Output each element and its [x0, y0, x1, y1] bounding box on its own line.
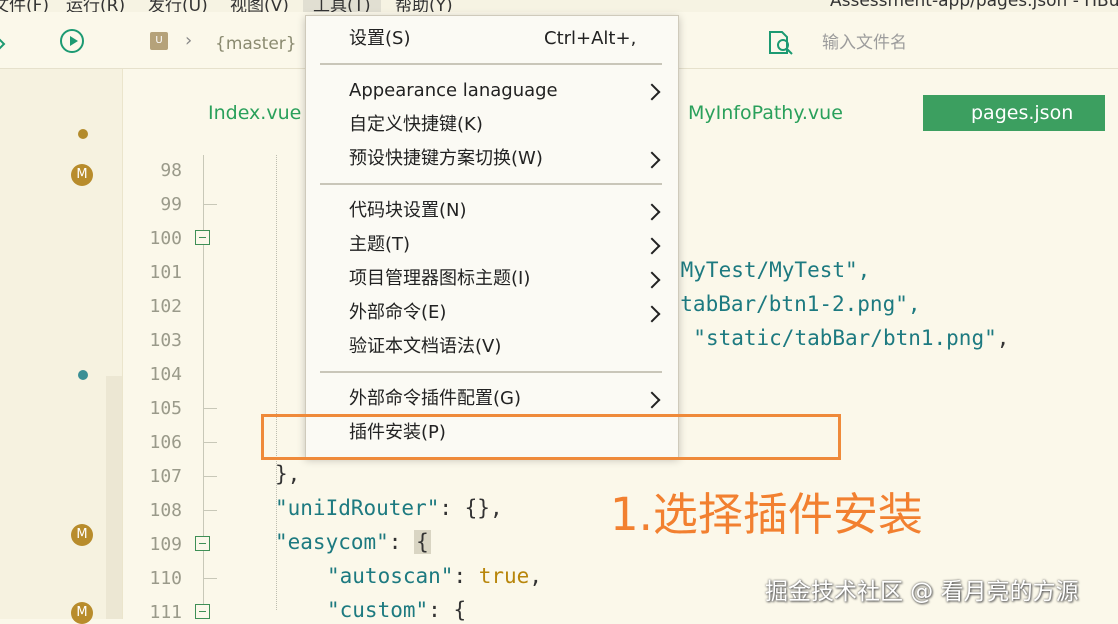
fold-toggle-icon[interactable]	[195, 536, 210, 551]
menu-tools[interactable]: 工具(T)	[303, 0, 381, 12]
menu-item-external-commands[interactable]: 外部命令(E)	[349, 298, 446, 328]
menu-item-code-blocks[interactable]: 代码块设置(N)	[349, 196, 467, 226]
search-file-icon[interactable]	[767, 30, 795, 56]
modified-badge: M	[71, 164, 93, 186]
project-icon: U	[150, 32, 168, 50]
line-number: 105	[149, 398, 182, 419]
chevron-right-icon	[643, 271, 661, 289]
gutter-tick	[203, 510, 217, 511]
code-line-111: "custom": {	[327, 598, 467, 622]
line-number: 109	[149, 534, 182, 555]
run-icon[interactable]	[60, 29, 84, 53]
file-search-input[interactable]	[810, 26, 1100, 60]
menu-item-appearance-language[interactable]: Appearance lanaguage	[349, 76, 558, 106]
annotation-text: 1.选择插件安装	[610, 488, 923, 541]
chevron-right-icon	[643, 391, 661, 409]
code-line-102: c/tabBar/btn1-2.png",	[655, 292, 921, 316]
line-number: 108	[149, 500, 182, 521]
gutter-tick	[203, 204, 217, 205]
line-number: 111	[149, 602, 182, 623]
menu-publish[interactable]: 发行(U)	[148, 0, 208, 12]
menu-item-validate-syntax[interactable]: 验证本文档语法(V)	[349, 332, 501, 362]
menu-item-external-command-plugins[interactable]: 外部命令插件配置(G)	[349, 384, 521, 414]
gutter-tick	[203, 408, 217, 409]
menu-separator	[320, 183, 662, 185]
code-line-107: },	[275, 462, 301, 486]
chevron-right-icon	[643, 83, 661, 101]
watermark: 掘金技术社区 @ 看月亮的方源	[765, 579, 1079, 605]
code-line-103: : "static/tabBar/btn1.png",	[668, 326, 1010, 350]
tab-myinfopathy-vue[interactable]: MyInfoPathy.vue	[688, 95, 843, 131]
code-line-101: /MyTest/MyTest",	[668, 258, 871, 282]
gutter-tick	[203, 578, 217, 579]
gutter-tick	[203, 442, 217, 443]
menu-separator	[320, 371, 662, 373]
menu-help[interactable]: 帮助(Y)	[395, 0, 453, 12]
menu-run[interactable]: 运行(R)	[66, 0, 125, 12]
line-number: 102	[149, 296, 182, 317]
menu-bar: 文件(F) 运行(R) 发行(U) 视图(V) 工具(T) 帮助(Y) Asse…	[0, 0, 1118, 12]
chevron-right-icon	[643, 203, 661, 221]
line-number: 99	[160, 194, 182, 215]
annotation-highlight-box	[261, 414, 841, 460]
line-number: 98	[160, 160, 182, 181]
line-number: 100	[149, 228, 182, 249]
modified-badge: M	[71, 602, 93, 624]
chevron-right-icon	[643, 237, 661, 255]
line-number: 103	[149, 330, 182, 351]
fold-toggle-icon[interactable]	[195, 604, 210, 619]
code-line-110: "autoscan": true,	[327, 564, 542, 588]
modified-badge: M	[71, 524, 93, 546]
line-number: 101	[149, 262, 182, 283]
line-number: 107	[149, 466, 182, 487]
tab-index-vue[interactable]: Index.vue	[208, 95, 301, 131]
menu-item-settings[interactable]: 设置(S)	[349, 24, 410, 54]
chevron-right-icon: ›	[185, 30, 193, 51]
menu-item-custom-shortcuts[interactable]: 自定义快捷键(K)	[349, 110, 483, 140]
menu-item-project-icon-theme[interactable]: 项目管理器图标主题(I)	[349, 264, 530, 294]
change-dot	[78, 370, 88, 380]
code-line-108: "uniIdRouter": {},	[275, 496, 503, 520]
fold-toggle-icon[interactable]	[195, 230, 210, 245]
tab-pages-json[interactable]: pages.json	[923, 95, 1105, 131]
line-number: 106	[149, 432, 182, 453]
toggle-icon[interactable]	[0, 32, 8, 54]
code-line-109: "easycom": {	[275, 530, 431, 554]
left-sidebar	[0, 69, 123, 619]
change-dot	[78, 129, 88, 139]
sidebar-scrollbar[interactable]	[106, 376, 122, 619]
chevron-right-icon	[643, 151, 661, 169]
menu-file[interactable]: 文件(F)	[0, 0, 49, 12]
chevron-right-icon	[643, 305, 661, 323]
tools-dropdown-menu: 设置(S) Ctrl+Alt+, Appearance lanaguage 自定…	[305, 15, 679, 458]
menu-item-theme[interactable]: 主题(T)	[349, 230, 410, 260]
branch-label: {master}	[215, 34, 297, 54]
menu-item-preset-shortcuts[interactable]: 预设快捷键方案切换(W)	[349, 144, 543, 174]
menu-view[interactable]: 视图(V)	[230, 0, 289, 12]
menu-item-settings-shortcut: Ctrl+Alt+,	[544, 28, 637, 49]
menu-separator	[320, 63, 662, 65]
line-number: 110	[149, 568, 182, 589]
window-title: Assessment-app/pages.json - HBuilder X	[830, 0, 1118, 11]
line-number: 104	[149, 364, 182, 385]
gutter-tick	[203, 476, 217, 477]
